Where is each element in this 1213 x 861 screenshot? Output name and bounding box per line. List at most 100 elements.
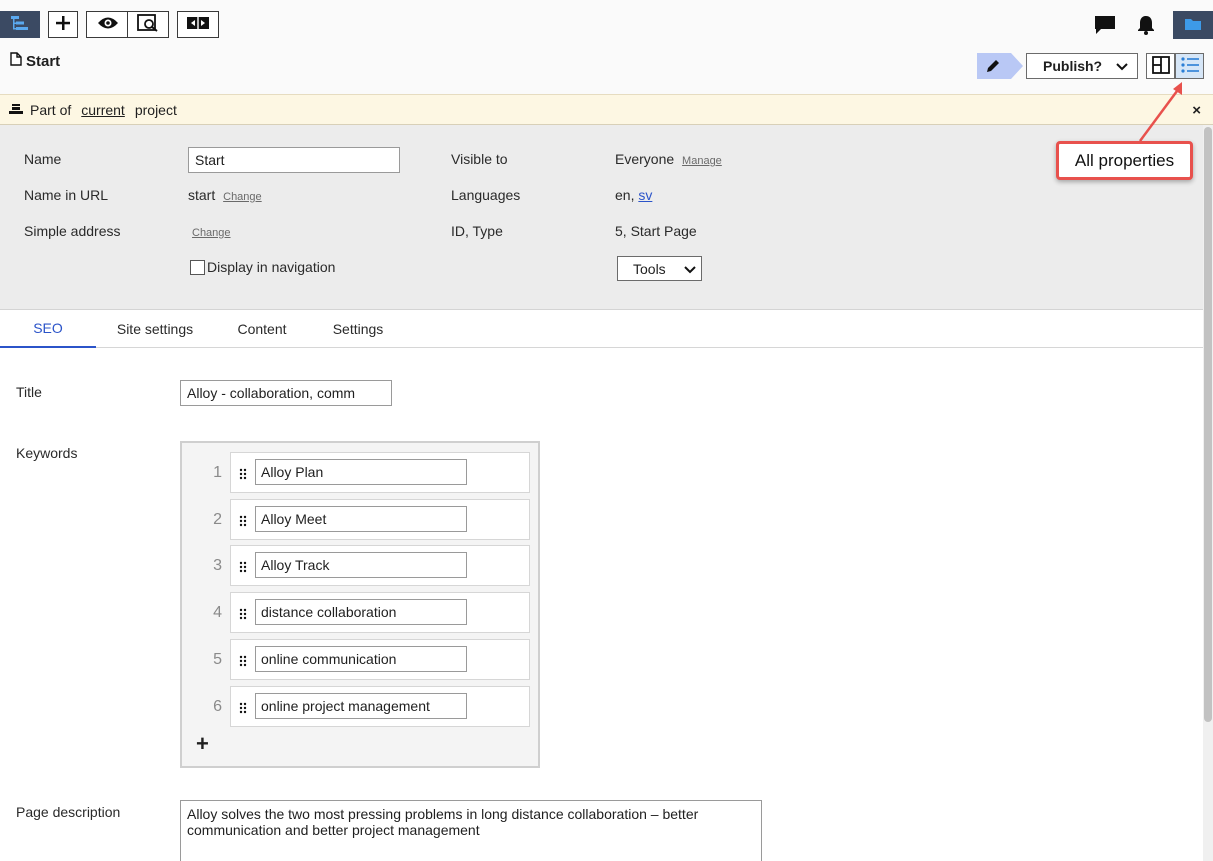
keyword-input[interactable] (255, 693, 467, 719)
keyword-number: 2 (213, 511, 222, 528)
keyword-input[interactable] (255, 646, 467, 672)
keyword-input[interactable] (255, 506, 467, 532)
simple-address-label: Simple address (24, 223, 121, 239)
bell-icon (1136, 15, 1156, 38)
top-toolbar: Start Publish? (0, 0, 1213, 94)
id-type-label: ID, Type (451, 223, 503, 239)
header-properties: Name Name in URL start Change Simple add… (0, 125, 1203, 310)
preview-icon (136, 14, 160, 35)
edit-button[interactable] (977, 53, 1023, 79)
vertical-scrollbar[interactable] (1203, 125, 1213, 861)
list-item (230, 545, 530, 586)
list-item (230, 452, 530, 493)
languages-group: en, sv (615, 187, 652, 203)
layout-icon (1151, 55, 1170, 77)
visible-to-label: Visible to (451, 151, 508, 167)
tree-icon (10, 15, 30, 34)
keywords-label: Keywords (16, 445, 78, 461)
compare-icon (186, 16, 210, 33)
scrollbar-thumb[interactable] (1204, 127, 1212, 722)
all-properties-callout: All properties (1056, 141, 1193, 180)
keyword-number: 6 (213, 698, 222, 715)
url-value-group: start Change (188, 187, 262, 203)
property-tabs: SEO Site settings Content Settings (0, 310, 1203, 348)
url-label: Name in URL (24, 187, 109, 203)
keyword-number: 3 (213, 557, 222, 574)
list-icon (1180, 56, 1199, 76)
drag-handle-icon[interactable] (239, 701, 247, 714)
chevron-down-icon (683, 261, 696, 277)
page-description-label: Page description (16, 804, 121, 820)
page-description-textarea[interactable]: Alloy solves the two most pressing probl… (180, 800, 762, 861)
keyword-input[interactable] (255, 552, 467, 578)
name-label: Name (24, 151, 62, 167)
page-title-text: Start (26, 52, 61, 70)
name-input[interactable] (188, 147, 400, 173)
visible-to-value: Everyone (615, 151, 675, 167)
drag-handle-icon[interactable] (239, 514, 247, 527)
languages-value: en, (615, 187, 635, 203)
publish-button[interactable]: Publish? (1026, 53, 1138, 79)
publish-label: Publish? (1043, 58, 1103, 74)
title-input[interactable] (180, 380, 392, 406)
compare-button[interactable] (177, 11, 219, 38)
tab-site-settings[interactable]: Site settings (96, 310, 214, 348)
on-page-edit-view-button[interactable] (1146, 53, 1175, 79)
add-button[interactable] (48, 11, 78, 38)
chevron-down-icon (1116, 58, 1128, 74)
display-in-navigation-label: Display in navigation (207, 259, 336, 275)
project-bar: Part of current project × (0, 94, 1213, 125)
tab-settings[interactable]: Settings (310, 310, 406, 348)
page-tree-button[interactable] (0, 11, 40, 38)
chat-button[interactable] (1091, 12, 1119, 40)
display-in-navigation-checkbox[interactable] (190, 260, 205, 275)
chat-icon (1094, 15, 1116, 38)
keyword-number: 5 (213, 651, 222, 668)
drag-handle-icon[interactable] (239, 654, 247, 667)
plus-icon (55, 15, 71, 34)
id-type-value: 5, Start Page (615, 223, 697, 239)
folder-icon (1184, 17, 1202, 34)
drag-handle-icon[interactable] (239, 607, 247, 620)
tools-label: Tools (633, 260, 666, 277)
keyword-number: 1 (213, 464, 222, 481)
view-mode-button[interactable] (86, 11, 128, 38)
assets-button[interactable] (1173, 11, 1213, 39)
tab-content[interactable]: Content (214, 310, 310, 348)
simple-address-change-link[interactable]: Change (192, 227, 231, 239)
drag-handle-icon[interactable] (239, 467, 247, 480)
title-label: Title (16, 384, 42, 400)
languages-label: Languages (451, 187, 521, 203)
list-item (230, 499, 530, 540)
page-title: Start (10, 52, 60, 70)
keywords-list: 1 2 3 4 5 6 + (180, 441, 540, 768)
project-bar-suffix: project (134, 101, 177, 118)
project-icon (8, 102, 24, 118)
project-bar-prefix: Part of (30, 101, 72, 118)
drag-handle-icon[interactable] (239, 560, 247, 573)
list-item (230, 686, 530, 727)
url-value: start (188, 187, 216, 203)
url-change-link[interactable]: Change (223, 191, 262, 203)
tools-dropdown[interactable]: Tools (617, 256, 702, 281)
callout-text: All properties (1074, 150, 1175, 170)
all-properties-view-button[interactable] (1175, 53, 1204, 79)
callout-arrow (1138, 82, 1182, 142)
visible-to-group: Everyone Manage (615, 151, 722, 167)
pencil-icon (985, 58, 1001, 77)
tab-seo[interactable]: SEO (0, 310, 96, 348)
list-item (230, 592, 530, 633)
eye-icon (97, 16, 119, 33)
simple-address-group: Change (188, 223, 231, 239)
manage-access-link[interactable]: Manage (682, 155, 722, 167)
close-icon[interactable]: × (1192, 102, 1201, 119)
keyword-input[interactable] (255, 459, 467, 485)
current-project-link[interactable]: current (81, 102, 125, 118)
keyword-number: 4 (213, 604, 222, 621)
keyword-input[interactable] (255, 599, 467, 625)
page-icon (10, 52, 22, 70)
preview-button[interactable] (127, 11, 169, 38)
language-link-sv[interactable]: sv (638, 187, 652, 203)
notifications-button[interactable] (1132, 12, 1160, 40)
add-keyword-button[interactable]: + (196, 733, 209, 755)
